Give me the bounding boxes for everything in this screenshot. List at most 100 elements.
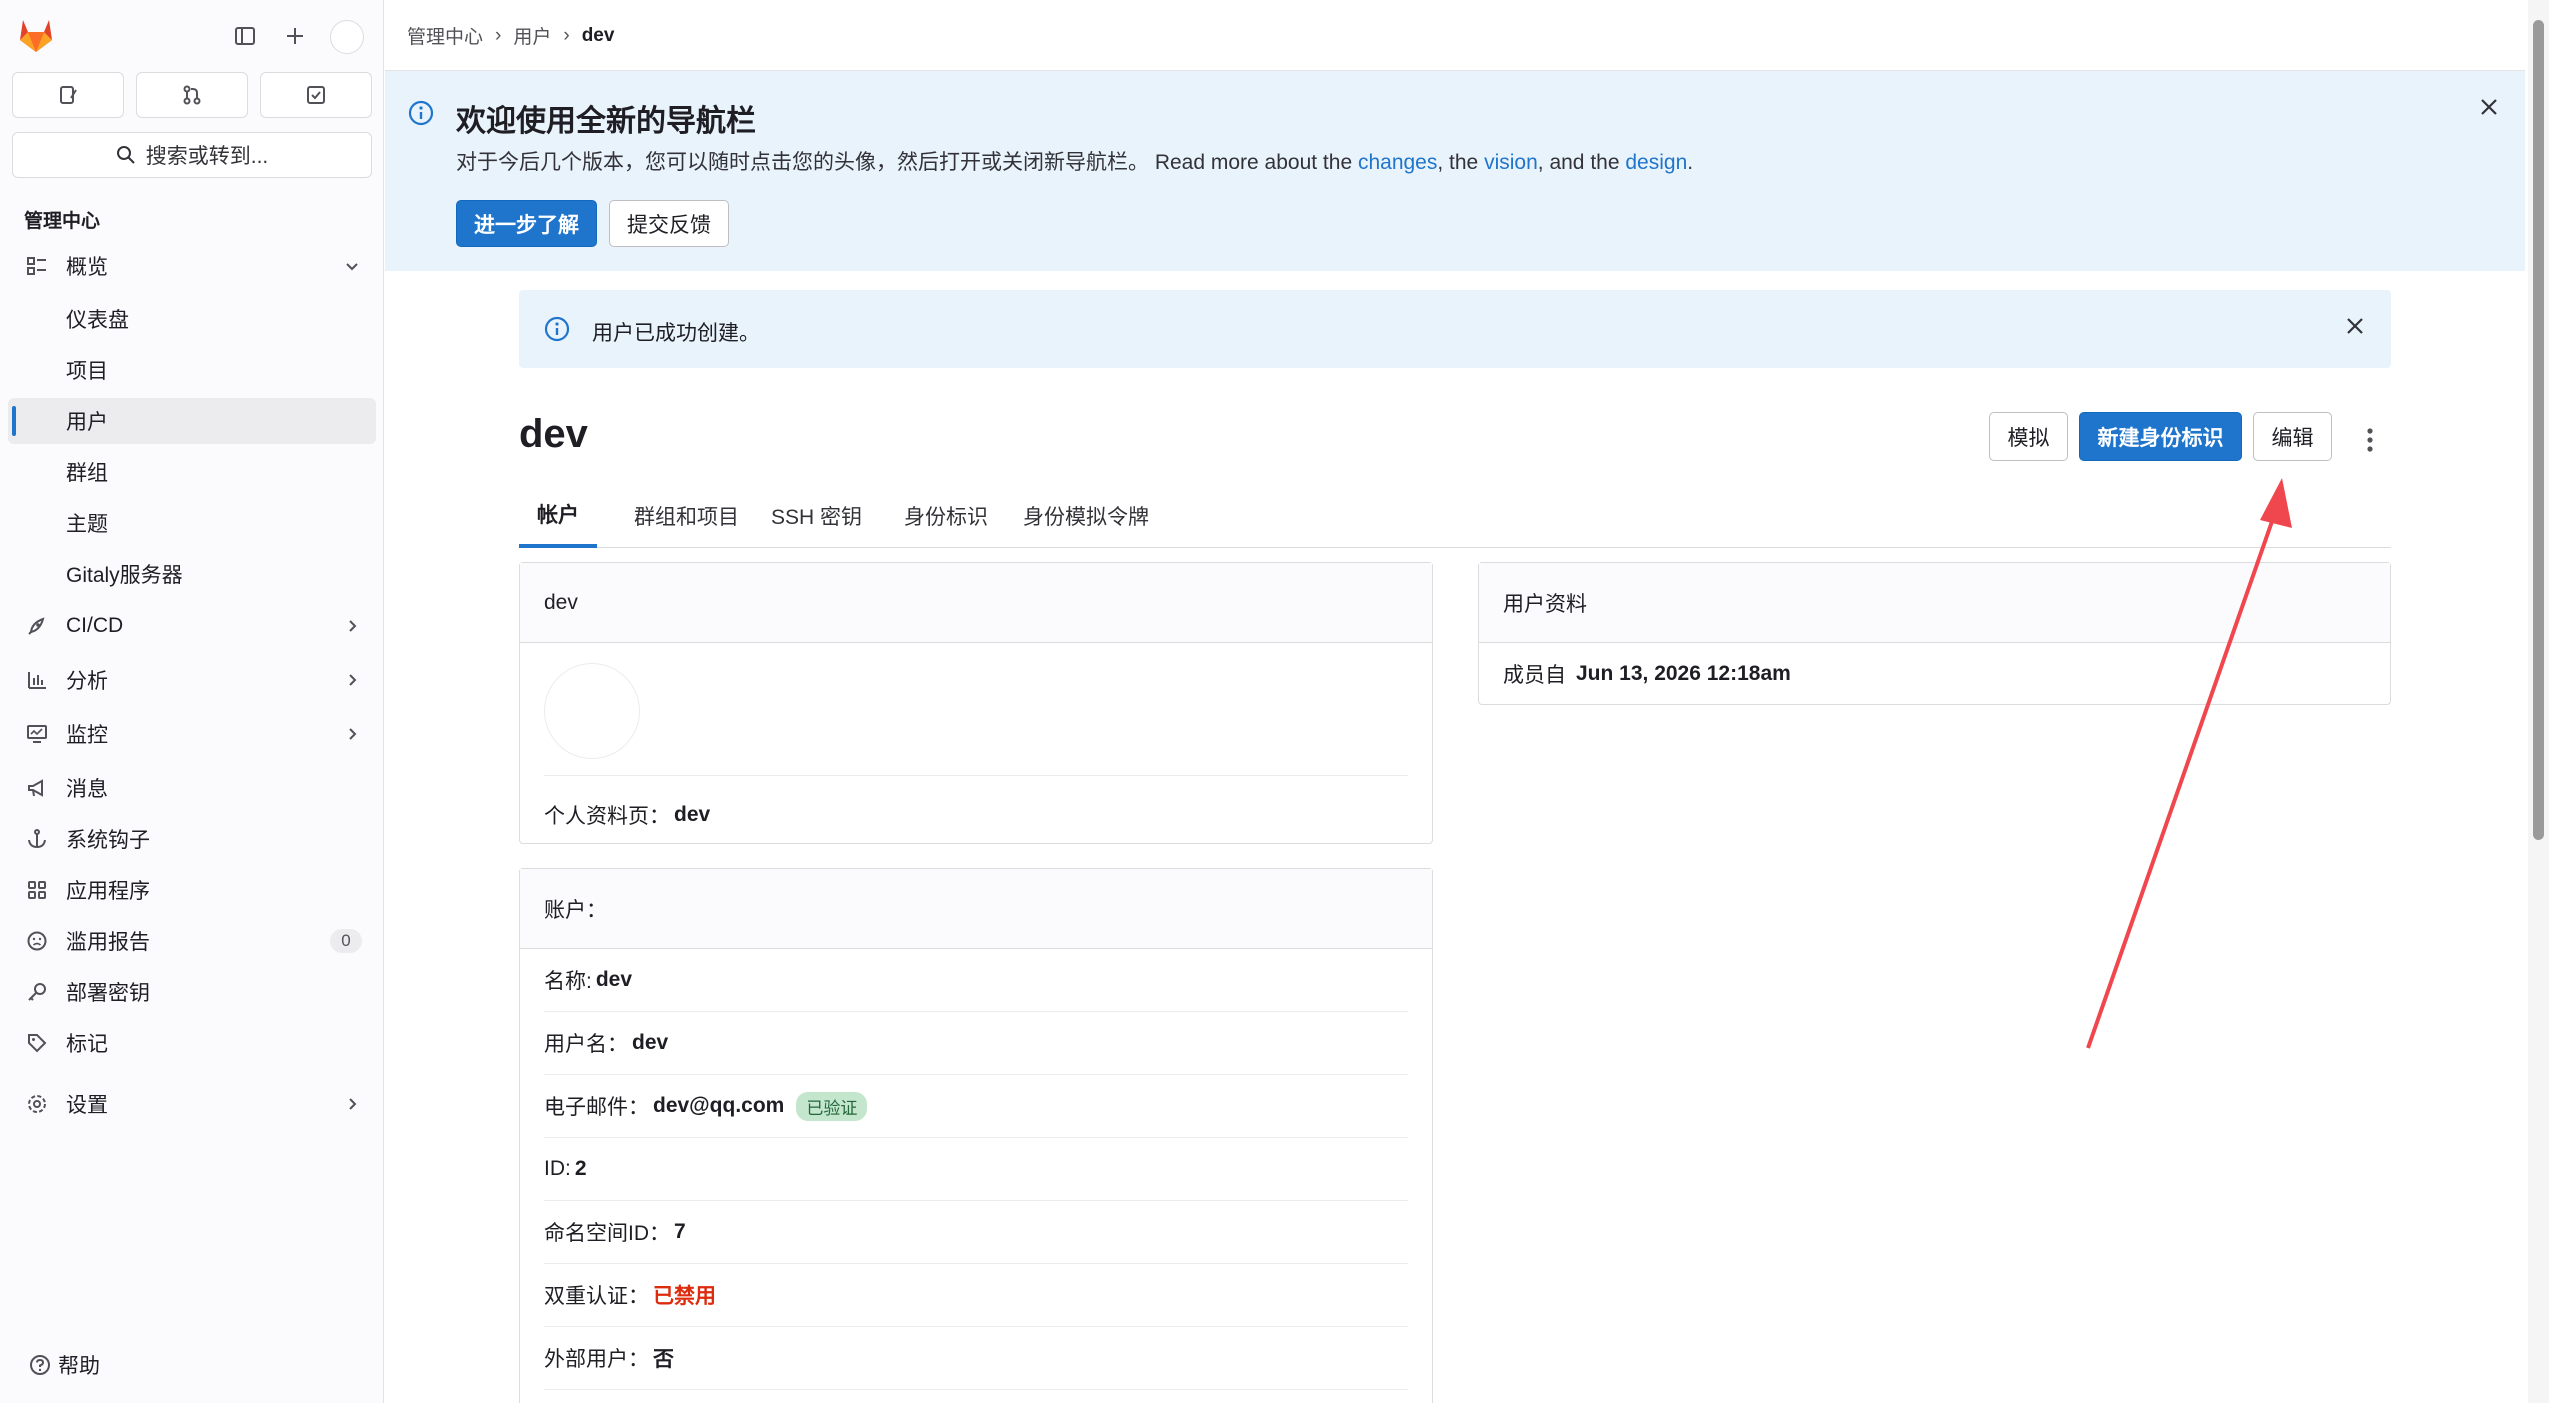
- account-row-namespace-id: 命名空间ID： 7: [544, 1201, 1408, 1264]
- new-identity-button[interactable]: 新建身份标识: [2079, 412, 2242, 461]
- sidebar-item-label: 项目: [66, 360, 108, 383]
- help-label: 帮助: [58, 1355, 100, 1378]
- toggle-sidebar-icon[interactable]: [229, 20, 261, 52]
- gitlab-logo-icon[interactable]: [16, 16, 56, 54]
- sidebar-item-gitaly-servers[interactable]: Gitaly服务器: [8, 551, 376, 597]
- sidebar-counters: [12, 72, 372, 118]
- breadcrumb-users[interactable]: 用户: [513, 22, 551, 49]
- member-since-row: 成员自 Jun 13, 2026 12:18am: [1503, 643, 2366, 705]
- submit-feedback-button[interactable]: 提交反馈: [609, 200, 729, 247]
- vision-link[interactable]: vision: [1484, 151, 1538, 174]
- email-link[interactable]: dev@qq.com: [653, 1094, 784, 1118]
- search-icon: [116, 146, 135, 164]
- more-actions-icon[interactable]: [2355, 420, 2385, 460]
- sidebar-item-deploy-keys[interactable]: 部署密钥: [8, 969, 376, 1015]
- search-label: 搜索或转到...: [145, 145, 269, 168]
- sidebar-item-label: 设置: [66, 1094, 108, 1117]
- abuse-reports-count-badge: 0: [330, 929, 362, 953]
- sidebar-item-topics[interactable]: 主题: [8, 500, 376, 546]
- new-navigation-banner: 欢迎使用全新的导航栏 对于今后几个版本，您可以随时点击您的头像，然后打开或关闭新…: [385, 71, 2525, 271]
- user-avatar: [544, 663, 640, 759]
- close-icon[interactable]: [2477, 95, 2501, 119]
- member-since-value: Jun 13, 2026 12:18am: [1576, 662, 1791, 685]
- todo-icon: [307, 86, 325, 104]
- sidebar-item-label: 概览: [66, 256, 108, 279]
- user-tabs: 帐户 群组和项目 SSH 密钥 身份标识 身份模拟令牌: [519, 484, 2391, 548]
- sidebar-item-label: 监控: [66, 724, 108, 747]
- sidebar-item-analytics[interactable]: 分析: [8, 657, 376, 703]
- todos-counter-button[interactable]: [260, 72, 372, 118]
- two-factor-status: 已禁用: [653, 1285, 716, 1308]
- info-icon: [544, 316, 570, 342]
- scrollbar-thumb[interactable]: [2533, 20, 2544, 840]
- row-label: 外部用户：: [544, 1348, 649, 1371]
- main-content: 管理中心 › 用户 › dev 欢迎使用全新的导航栏 对于今后几个版本，您可以随…: [385, 0, 2525, 1403]
- sidebar-item-label: 主题: [66, 513, 108, 536]
- banner-title: 欢迎使用全新的导航栏: [456, 105, 756, 138]
- breadcrumb: 管理中心 › 用户 › dev: [407, 22, 614, 49]
- label-icon: [24, 1030, 50, 1056]
- create-new-icon[interactable]: [279, 20, 311, 52]
- merge-requests-counter-button[interactable]: [136, 72, 248, 118]
- account-row-name: 名称: dev: [544, 949, 1408, 1012]
- search-button[interactable]: 搜索或转到...: [12, 132, 372, 178]
- tab-ssh-keys[interactable]: SSH 密钥: [755, 484, 878, 548]
- member-since-label: 成员自: [1503, 664, 1566, 687]
- banner-body-text: 对于今后几个版本，您可以随时点击您的头像，然后打开或关闭新导航栏。 Read m…: [456, 151, 1358, 174]
- sidebar-item-cicd[interactable]: CI/CD: [8, 603, 376, 649]
- user-avatar[interactable]: [330, 20, 364, 54]
- sad-face-icon: [24, 928, 50, 954]
- sidebar-item-system-hooks[interactable]: 系统钩子: [8, 816, 376, 862]
- user-created-alert: 用户已成功创建。: [519, 290, 2391, 368]
- tab-groups-and-projects[interactable]: 群组和项目: [618, 484, 755, 548]
- issues-icon: [60, 86, 77, 104]
- tab-account[interactable]: 帐户: [519, 484, 597, 548]
- banner-body-text: .: [1687, 151, 1694, 174]
- banner-body: 对于今后几个版本，您可以随时点击您的头像，然后打开或关闭新导航栏。 Read m…: [456, 146, 1693, 176]
- merge-request-icon: [183, 85, 201, 105]
- close-icon[interactable]: [2343, 314, 2367, 338]
- row-label: 电子邮件：: [544, 1096, 649, 1119]
- tab-identities[interactable]: 身份标识: [888, 484, 1004, 548]
- issues-counter-button[interactable]: [12, 72, 124, 118]
- sidebar-item-projects[interactable]: 项目: [8, 347, 376, 393]
- divider: [544, 775, 1408, 777]
- tab-impersonation-tokens[interactable]: 身份模拟令牌: [1007, 484, 1165, 548]
- sidebar-item-overview[interactable]: 概览: [8, 243, 376, 289]
- impersonate-button[interactable]: 模拟: [1989, 412, 2068, 461]
- sidebar-item-monitoring[interactable]: 监控: [8, 711, 376, 757]
- sidebar-item-label: 分析: [66, 670, 108, 693]
- sidebar-item-label: 系统钩子: [66, 829, 150, 852]
- help-button[interactable]: 帮助: [28, 1350, 100, 1380]
- row-value: 否: [653, 1348, 674, 1371]
- chevron-right-icon: [342, 616, 362, 636]
- page-scrollbar[interactable]: [2528, 0, 2549, 1403]
- sidebar-item-abuse-reports[interactable]: 滥用报告 0: [8, 918, 376, 964]
- sidebar-item-labels[interactable]: 标记: [8, 1020, 376, 1066]
- profile-page-link[interactable]: dev: [674, 803, 710, 827]
- sidebar-item-dashboard[interactable]: 仪表盘: [8, 296, 376, 342]
- sidebar-item-messages[interactable]: 消息: [8, 765, 376, 811]
- user-info-card: 用户资料 成员自 Jun 13, 2026 12:18am: [1478, 562, 2391, 705]
- anchor-icon: [24, 826, 50, 852]
- sidebar-item-settings[interactable]: 设置: [8, 1081, 376, 1127]
- row-value: dev: [595, 968, 633, 991]
- design-link[interactable]: design: [1625, 151, 1687, 174]
- overview-icon: [24, 253, 50, 279]
- sidebar-item-applications[interactable]: 应用程序: [8, 867, 376, 913]
- sidebar-item-label: 滥用报告: [66, 931, 150, 954]
- changes-link[interactable]: changes: [1358, 151, 1437, 174]
- account-row-external-user: 外部用户： 否: [544, 1327, 1408, 1390]
- learn-more-button[interactable]: 进一步了解: [456, 200, 597, 247]
- breadcrumb-current[interactable]: dev: [582, 25, 615, 47]
- chevron-right-icon: [342, 724, 362, 744]
- sidebar-item-label: 用户: [66, 411, 108, 434]
- sidebar-item-label: 部署密钥: [66, 982, 150, 1005]
- breadcrumb-admin[interactable]: 管理中心: [407, 22, 483, 49]
- sidebar-item-label: Gitaly服务器: [66, 564, 183, 587]
- banner-body-text: , the: [1437, 151, 1485, 174]
- chevron-down-icon: [342, 256, 362, 276]
- edit-button[interactable]: 编辑: [2253, 412, 2332, 461]
- sidebar-item-groups[interactable]: 群组: [8, 449, 376, 495]
- sidebar-item-users[interactable]: 用户: [8, 398, 376, 444]
